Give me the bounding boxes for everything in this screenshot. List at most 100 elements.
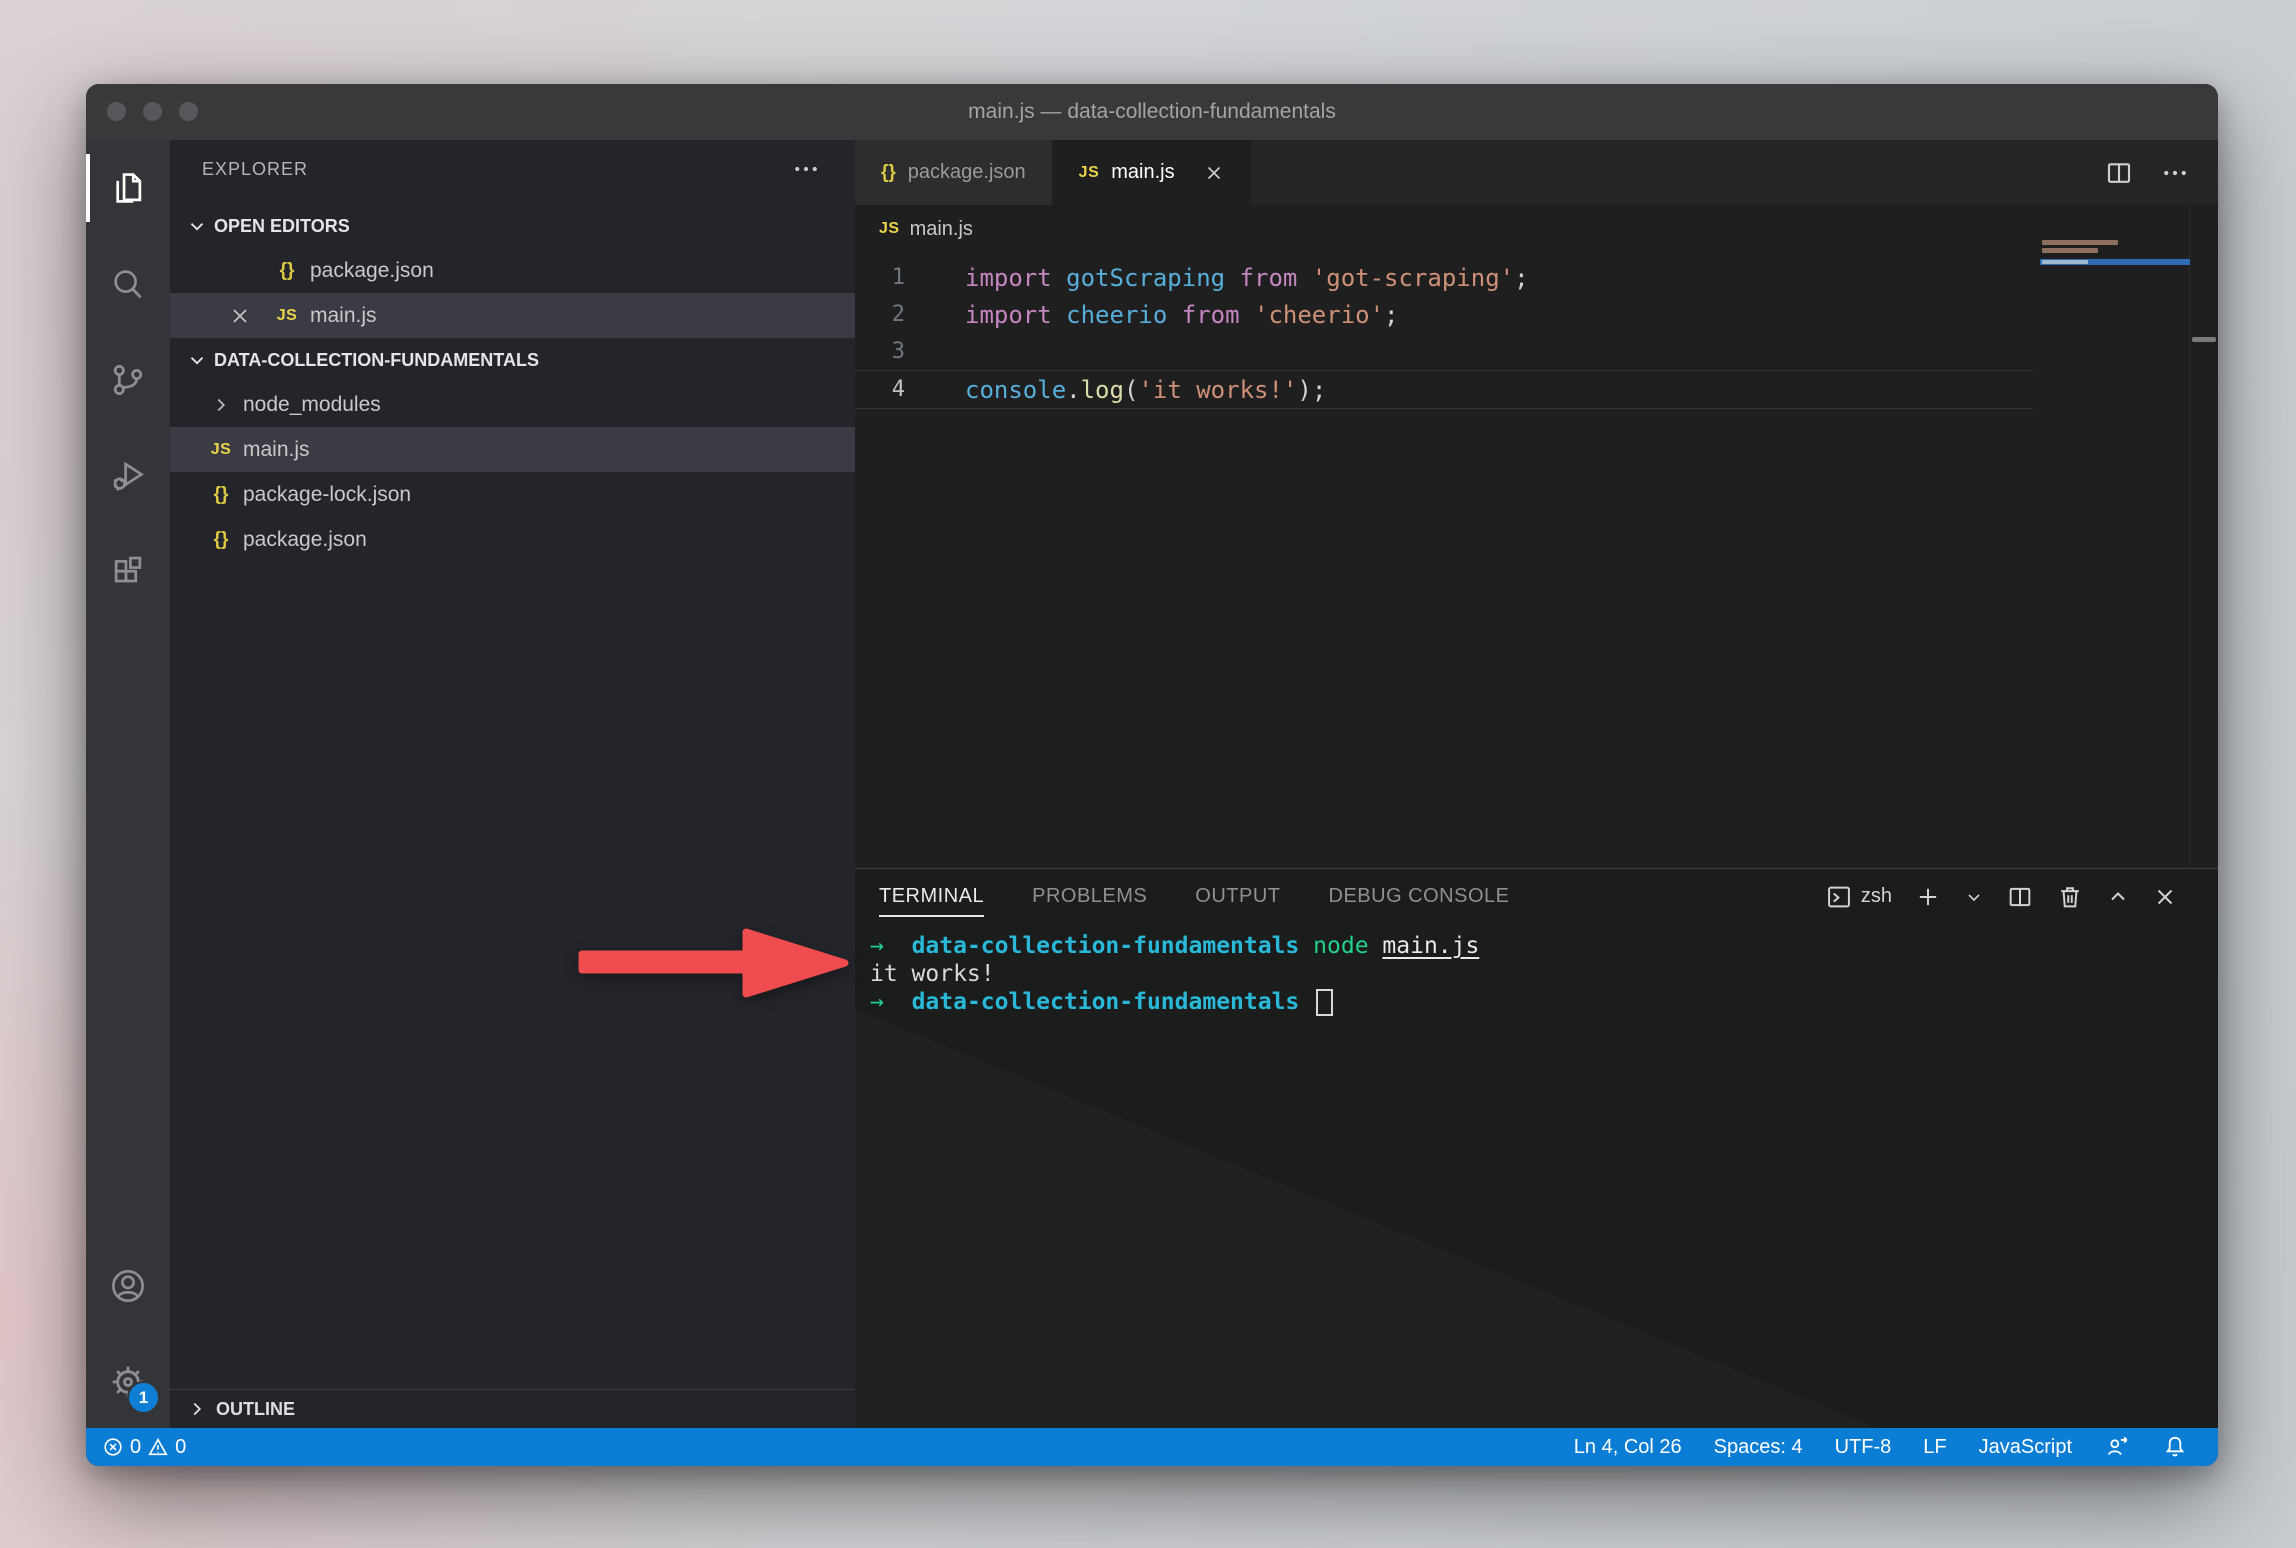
editor-scrollbar[interactable] (2192, 337, 2216, 342)
close-editor-icon[interactable] (228, 304, 254, 328)
source-control-icon (109, 361, 147, 399)
js-icon: JS (879, 220, 900, 238)
tab-main-js[interactable]: JS main.js (1053, 140, 1251, 205)
warnings-count: 0 (175, 1436, 186, 1459)
settings-button[interactable]: 1 (86, 1336, 170, 1428)
problems-status[interactable]: 0 0 (102, 1436, 186, 1459)
split-editor-icon[interactable] (2104, 158, 2134, 188)
eol-sequence[interactable]: LF (1923, 1436, 1946, 1459)
vscode-window: main.js — data-collection-fundamentals (86, 84, 2218, 1466)
sidebar-item-explorer[interactable] (86, 140, 170, 236)
sidebar-item-search[interactable] (86, 236, 170, 332)
minimap[interactable] (2040, 205, 2190, 868)
terminal-line[interactable]: → data-collection-fundamentals node main… (870, 932, 2198, 960)
split-terminal-icon[interactable] (2006, 883, 2034, 911)
json-icon: {} (204, 484, 238, 506)
editor-more-actions-icon[interactable] (2160, 158, 2190, 188)
chevron-down-icon[interactable] (1964, 887, 1984, 907)
new-terminal-icon[interactable] (1914, 883, 1942, 911)
open-editors-header[interactable]: OPEN EDITORS (170, 204, 855, 248)
panel-header: TERMINAL PROBLEMS OUTPUT DEBUG CONSOLE z… (855, 869, 2218, 924)
minimize-window-button[interactable] (143, 102, 162, 121)
js-icon: JS (204, 441, 238, 459)
notifications-bell-icon[interactable] (2162, 1434, 2188, 1460)
tree-item-main-js[interactable]: JS main.js (170, 427, 855, 472)
tab-terminal[interactable]: TERMINAL (879, 869, 984, 924)
outline-section-header[interactable]: OUTLINE (170, 1389, 855, 1428)
chevron-right-icon (186, 1398, 208, 1420)
tab-debug-console[interactable]: DEBUG CONSOLE (1329, 869, 1510, 924)
json-icon: {} (204, 529, 238, 551)
workbench: 1 EXPLORER OPEN EDITORS {} (86, 140, 2218, 1428)
close-panel-icon[interactable] (2152, 884, 2178, 910)
tab-package-json[interactable]: {} package.json (855, 140, 1053, 205)
code-line[interactable]: 3 (855, 333, 2033, 370)
extensions-icon (109, 553, 147, 591)
window-controls (107, 102, 198, 121)
open-editor-main-js[interactable]: JS main.js (170, 293, 855, 338)
json-icon: {} (881, 162, 896, 184)
account-button[interactable] (86, 1236, 170, 1336)
json-icon: {} (270, 260, 304, 282)
activity-bar: 1 (86, 140, 170, 1428)
js-icon: JS (270, 307, 304, 325)
explorer-more-actions-icon[interactable] (791, 154, 821, 184)
terminal-output[interactable]: → data-collection-fundamentals node main… (870, 932, 2198, 1016)
files-icon (109, 169, 147, 207)
account-icon (108, 1266, 148, 1306)
warnings-icon (147, 1436, 169, 1458)
encoding[interactable]: UTF-8 (1835, 1436, 1892, 1459)
minimap-line-mark (2042, 240, 2118, 245)
open-editor-package-json[interactable]: {} package.json (170, 248, 855, 293)
tab-bar: {} package.json JS main.js (855, 140, 2218, 205)
code-line[interactable]: 4console.log('it works!'); (855, 370, 2033, 409)
explorer-sidebar: EXPLORER OPEN EDITORS {} package.json (170, 140, 855, 1428)
terminal-cursor (1316, 989, 1333, 1016)
sidebar-item-source-control[interactable] (86, 332, 170, 428)
panel: TERMINAL PROBLEMS OUTPUT DEBUG CONSOLE z… (855, 868, 2218, 1428)
code-line[interactable]: 2import cheerio from 'cheerio'; (855, 296, 2033, 333)
minimap-current-line (2040, 259, 2190, 265)
indentation[interactable]: Spaces: 4 (1714, 1436, 1803, 1459)
tab-output[interactable]: OUTPUT (1195, 869, 1280, 924)
title-bar: main.js — data-collection-fundamentals (86, 84, 2218, 140)
shell-selector[interactable]: zsh (1825, 883, 1892, 911)
terminal-icon (1825, 883, 1853, 911)
sidebar-item-run-debug[interactable] (86, 428, 170, 524)
chevron-down-icon (186, 215, 208, 237)
minimap-line-mark (2042, 248, 2098, 253)
status-bar: 0 0 Ln 4, Col 26 Spaces: 4 UTF-8 LF Java… (86, 1428, 2218, 1466)
errors-count: 0 (130, 1436, 141, 1459)
close-window-button[interactable] (107, 102, 126, 121)
terminal-line[interactable]: → data-collection-fundamentals (870, 988, 2198, 1016)
tree-item-package-lock-json[interactable]: {} package-lock.json (170, 472, 855, 517)
desktop: main.js — data-collection-fundamentals (0, 0, 2296, 1548)
close-tab-icon[interactable] (1203, 162, 1225, 184)
js-icon: JS (1079, 164, 1100, 182)
code-line[interactable]: 1import gotScraping from 'got-scraping'; (855, 259, 2033, 296)
tree-item-package-json[interactable]: {} package.json (170, 517, 855, 562)
language-mode[interactable]: JavaScript (1979, 1436, 2072, 1459)
chevron-down-icon (186, 349, 208, 371)
window-title: main.js — data-collection-fundamentals (968, 100, 1336, 124)
folder-section-header[interactable]: DATA-COLLECTION-FUNDAMENTALS (170, 338, 855, 382)
chevron-right-icon (210, 394, 232, 416)
cursor-position[interactable]: Ln 4, Col 26 (1574, 1436, 1682, 1459)
run-debug-icon (109, 457, 147, 495)
editor-group: {} package.json JS main.js (855, 140, 2218, 1428)
terminal-line[interactable]: it works! (870, 960, 2198, 988)
explorer-title: EXPLORER (202, 159, 308, 180)
tab-problems[interactable]: PROBLEMS (1032, 869, 1147, 924)
kill-terminal-trash-icon[interactable] (2056, 883, 2084, 911)
code-editor[interactable]: 1import gotScraping from 'got-scraping';… (855, 259, 2033, 409)
sidebar-item-extensions[interactable] (86, 524, 170, 620)
editor[interactable]: JS main.js 1import gotScraping from 'got… (855, 205, 2218, 868)
breadcrumb[interactable]: JS main.js (855, 205, 973, 253)
search-icon (109, 265, 147, 303)
zoom-window-button[interactable] (179, 102, 198, 121)
activity-bar-spacer (86, 620, 170, 1236)
errors-icon (102, 1436, 124, 1458)
maximize-panel-chevron-up-icon[interactable] (2106, 885, 2130, 909)
feedback-icon[interactable] (2104, 1434, 2130, 1460)
tree-item-node-modules[interactable]: node_modules (170, 382, 855, 427)
